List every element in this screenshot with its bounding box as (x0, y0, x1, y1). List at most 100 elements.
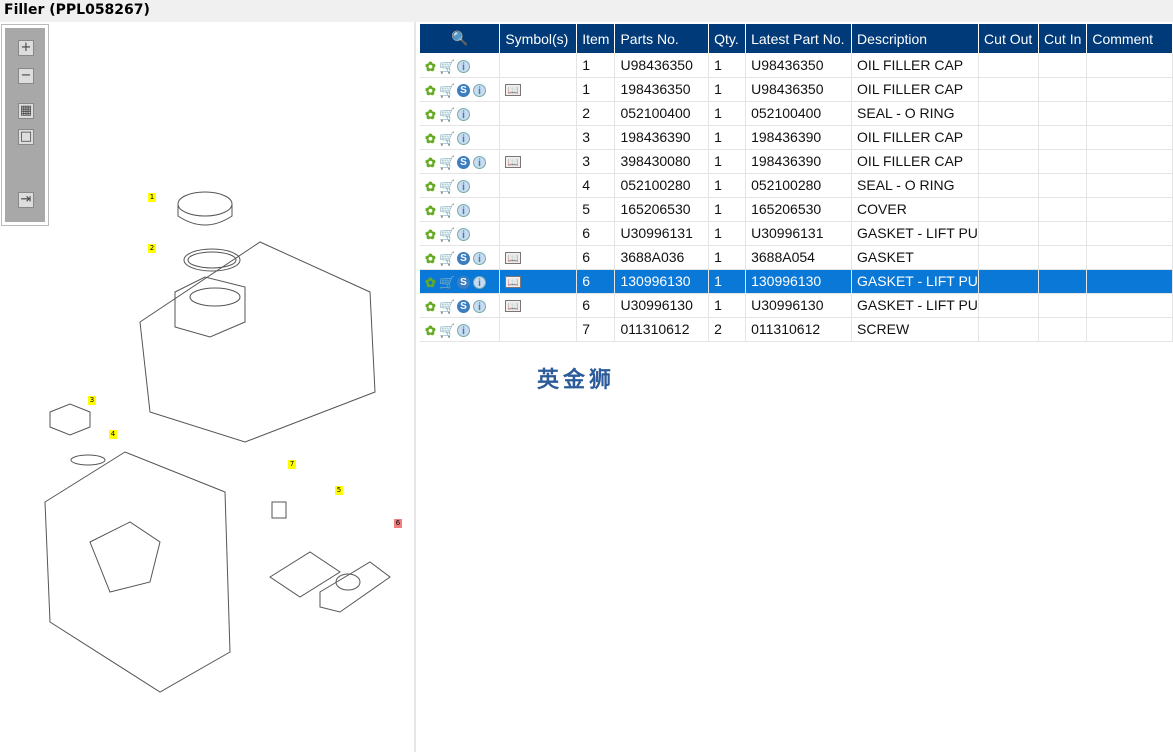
callout-5[interactable]: 5 (335, 486, 343, 495)
header-comment[interactable]: Comment (1086, 24, 1173, 53)
table-row[interactable]: ✿ 🛒 Si 📖 3 398430080 1 198436390 OIL FILLE… (420, 149, 1173, 174)
gear-icon[interactable]: ✿ (425, 84, 436, 97)
cart-icon[interactable]: 🛒 (439, 180, 455, 193)
header-description[interactable]: Description (851, 24, 980, 53)
qty-cell: 1 (708, 149, 747, 174)
cut-in-cell (1038, 269, 1088, 294)
gear-icon[interactable]: ✿ (425, 60, 436, 73)
info-icon[interactable]: i (457, 323, 470, 337)
book-icon[interactable]: 📖 (505, 84, 522, 97)
callout-2[interactable]: 2 (148, 244, 156, 253)
book-icon[interactable]: 📖 (505, 252, 522, 265)
latest-part-no-cell: U98436350 (745, 53, 853, 78)
s-icon[interactable]: S (457, 155, 470, 169)
qty-cell: 1 (708, 269, 747, 294)
gear-icon[interactable]: ✿ (425, 324, 436, 337)
gear-icon[interactable]: ✿ (425, 300, 436, 313)
info-icon[interactable]: i (473, 155, 486, 169)
header-qty[interactable]: Qty. (708, 24, 747, 53)
table-row[interactable]: ✿ 🛒 Si 📖 1 198436350 1 U98436350 OIL FILLE… (420, 77, 1173, 102)
info-icon[interactable]: i (457, 59, 470, 73)
latest-part-no-cell: U30996130 (745, 293, 853, 318)
callout-7[interactable]: 7 (288, 460, 296, 469)
cart-icon[interactable]: 🛒 (439, 156, 455, 169)
gear-icon[interactable]: ✿ (425, 276, 436, 289)
cart-icon[interactable]: 🛒 (439, 252, 455, 265)
description-cell: GASKET - LIFT PUM (851, 293, 980, 318)
comment-cell (1086, 149, 1173, 174)
cut-out-cell (978, 245, 1040, 270)
callout-1[interactable]: 1 (148, 193, 156, 202)
cart-icon[interactable]: 🛒 (439, 204, 455, 217)
info-icon[interactable]: i (473, 275, 486, 289)
cart-icon[interactable]: 🛒 (439, 276, 455, 289)
callout-6[interactable]: 6 (394, 519, 402, 528)
info-icon[interactable]: i (457, 179, 470, 193)
info-icon[interactable]: i (473, 251, 486, 265)
info-icon[interactable]: i (457, 131, 470, 145)
diagram-panel[interactable]: + − ▦ □ ⇥ 1 2 3 4 5 6 7 (0, 22, 416, 752)
cut-out-cell (978, 149, 1040, 174)
parts-no-cell: 198436350 (614, 77, 710, 102)
description-cell: SEAL - O RING (851, 101, 980, 126)
cut-out-cell (978, 173, 1040, 198)
cart-icon[interactable]: 🛒 (439, 300, 455, 313)
table-row[interactable]: ✿ 🛒 Si 📖 6 3688A036 1 3688A054 GASKET (420, 245, 1173, 270)
row-actions: ✿ 🛒 Si (420, 269, 501, 294)
gear-icon[interactable]: ✿ (425, 204, 436, 217)
s-icon[interactable]: S (457, 251, 470, 265)
table-row[interactable]: ✿ 🛒 i 7 011310612 2 011310612 SCREW (420, 317, 1173, 342)
s-icon[interactable]: S (457, 83, 470, 97)
gear-icon[interactable]: ✿ (425, 132, 436, 145)
cart-icon[interactable]: 🛒 (439, 132, 455, 145)
gear-icon[interactable]: ✿ (425, 156, 436, 169)
gear-icon[interactable]: ✿ (425, 108, 436, 121)
cart-icon[interactable]: 🛒 (439, 228, 455, 241)
cart-icon[interactable]: 🛒 (439, 84, 455, 97)
table-row[interactable]: ✿ 🛒 i 6 U30996131 1 U30996131 GASKET - LIF… (420, 221, 1173, 246)
info-icon[interactable]: i (473, 299, 486, 313)
table-row[interactable]: ✿ 🛒 Si 📖 6 U30996130 1 U30996130 GASKET - … (420, 293, 1173, 318)
s-icon[interactable]: S (457, 275, 470, 289)
header-item[interactable]: Item (576, 24, 616, 53)
cart-icon[interactable]: 🛒 (439, 108, 455, 121)
comment-cell (1086, 125, 1173, 150)
header-cut-out[interactable]: Cut Out (978, 24, 1040, 53)
gear-icon[interactable]: ✿ (425, 180, 436, 193)
table-row[interactable]: ✿ 🛒 i 3 198436390 1 198436390 OIL FILLER C… (420, 125, 1173, 150)
gear-icon[interactable]: ✿ (425, 252, 436, 265)
book-icon[interactable]: 📖 (505, 276, 522, 289)
cart-icon[interactable]: 🛒 (439, 324, 455, 337)
table-row[interactable]: ✿ 🛒 i 2 052100400 1 052100400 SEAL - O RIN… (420, 101, 1173, 126)
info-icon[interactable]: i (457, 203, 470, 217)
symbols-cell (499, 221, 578, 246)
comment-cell (1086, 317, 1173, 342)
qty-cell: 2 (708, 317, 747, 342)
info-icon[interactable]: i (457, 107, 470, 121)
row-actions: ✿ 🛒 i (420, 53, 501, 78)
info-icon[interactable]: i (473, 83, 486, 97)
symbols-cell (499, 101, 578, 126)
table-row[interactable]: ✿ 🛒 i 4 052100280 1 052100280 SEAL - O RIN… (420, 173, 1173, 198)
table-row[interactable]: ✿ 🛒 Si 📖 6 130996130 1 130996130 GASKET - … (420, 269, 1173, 294)
latest-part-no-cell: 198436390 (745, 149, 853, 174)
callout-4[interactable]: 4 (109, 430, 117, 439)
table-row[interactable]: ✿ 🛒 i 5 165206530 1 165206530 COVER (420, 197, 1173, 222)
header-parts-no[interactable]: Parts No. (614, 24, 710, 53)
description-cell: COVER (851, 197, 980, 222)
book-icon[interactable]: 📖 (505, 156, 522, 169)
callout-3[interactable]: 3 (88, 396, 96, 405)
s-icon[interactable]: S (457, 299, 470, 313)
table-row[interactable]: ✿ 🛒 i 1 U98436350 1 U98436350 OIL FILLER C… (420, 53, 1173, 78)
search-column-header[interactable]: 🔍 (420, 24, 501, 53)
qty-cell: 1 (708, 221, 747, 246)
header-latest-part-no[interactable]: Latest Part No. (745, 24, 853, 53)
cart-icon[interactable]: 🛒 (439, 60, 455, 73)
parts-no-cell: 398430080 (614, 149, 710, 174)
header-cut-in[interactable]: Cut In (1038, 24, 1088, 53)
info-icon[interactable]: i (457, 227, 470, 241)
header-symbols[interactable]: Symbol(s) (499, 24, 578, 53)
parts-no-cell: 130996130 (614, 269, 710, 294)
gear-icon[interactable]: ✿ (425, 228, 436, 241)
book-icon[interactable]: 📖 (505, 300, 522, 313)
